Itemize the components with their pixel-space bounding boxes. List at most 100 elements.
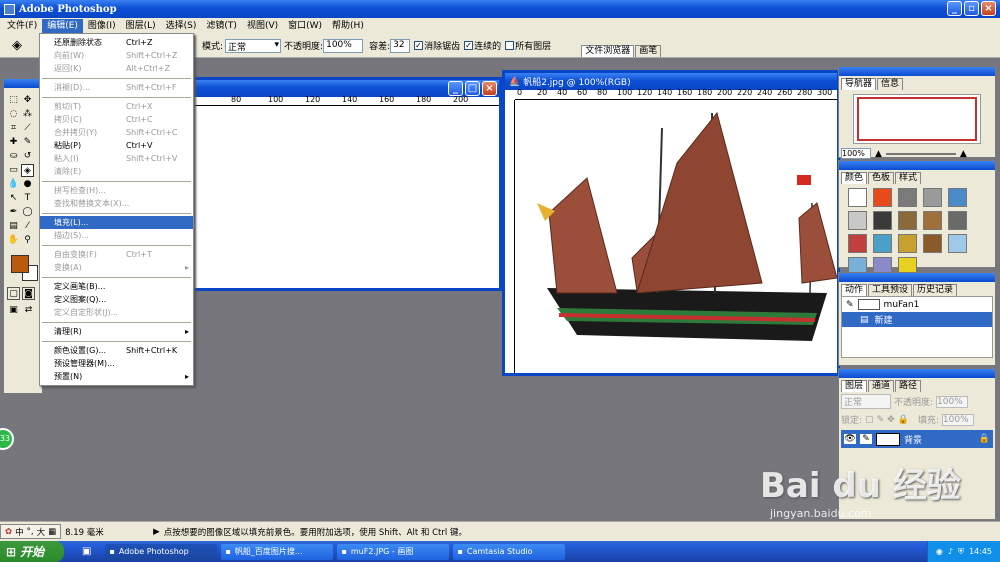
marquee-icon[interactable]: ⬚	[7, 94, 20, 107]
notes-icon[interactable]: ▤	[7, 220, 20, 233]
edit-menu-item[interactable]: 消褪(D)... Shift+Ctrl+F	[40, 81, 193, 94]
taskbar-item[interactable]: ▪ muF2.JPG - 画图	[337, 543, 450, 560]
navigator-thumbnail[interactable]	[853, 94, 981, 144]
edit-menu-item[interactable]: 还原删除状态 Ctrl+Z	[40, 36, 193, 49]
crop-icon[interactable]: ⌗	[7, 122, 20, 135]
edit-menu-item[interactable]: 自由变换(F) Ctrl+T	[40, 248, 193, 261]
panel-tab[interactable]: 样式	[895, 172, 922, 184]
style-swatch[interactable]	[948, 211, 967, 230]
eyedropper-icon[interactable]: ⁄	[21, 220, 34, 233]
edit-menu-item[interactable]: 清除(E)	[40, 165, 193, 178]
taskbar-item[interactable]: ▪ Adobe Photoshop	[105, 543, 218, 560]
fill-input[interactable]: 100%	[941, 413, 974, 426]
stamp-icon[interactable]: ⛀	[7, 150, 20, 163]
edit-menu-item[interactable]: 定义画笔(B)...	[40, 280, 193, 293]
zoom-in-icon[interactable]: ▲	[960, 149, 967, 159]
standard-mode-icon[interactable]: ▢	[7, 287, 20, 300]
tray-icon-security[interactable]: ⛨	[958, 547, 964, 557]
style-swatch[interactable]	[848, 234, 867, 253]
panel-tab[interactable]: 历史记录	[913, 284, 958, 296]
paint-bucket-icon[interactable]: ◈	[12, 38, 22, 53]
history-brush-icon[interactable]: ↺	[21, 150, 34, 163]
menu-0[interactable]: 文件(F)	[2, 19, 42, 33]
edit-menu-item[interactable]: 描边(S)...	[40, 229, 193, 242]
style-swatch[interactable]	[923, 188, 942, 207]
edit-menu-item[interactable]: 粘入(I) Shift+Ctrl+V	[40, 152, 193, 165]
history-snapshot[interactable]: ✎ muFan1	[842, 297, 992, 312]
menu-3[interactable]: 图层(L)	[121, 19, 161, 33]
menu-1[interactable]: 编辑(E)	[42, 19, 83, 33]
edit-menu-item[interactable]: 向前(W) Shift+Ctrl+Z	[40, 49, 193, 62]
style-swatch[interactable]	[948, 188, 967, 207]
style-swatch[interactable]	[848, 188, 867, 207]
edit-menu-item[interactable]: 颜色设置(G)... Shift+Ctrl+K	[40, 344, 193, 357]
paint-bucket-tool-icon[interactable]: ◈	[21, 164, 34, 177]
tab-brushes[interactable]: 画笔	[635, 45, 662, 57]
magic-wand-icon[interactable]: ⁂	[21, 108, 34, 121]
navigator-view-box[interactable]	[857, 97, 977, 141]
style-swatch[interactable]	[898, 234, 917, 253]
menu-8[interactable]: 帮助(H)	[327, 19, 369, 33]
zoom-icon[interactable]: ⚲	[21, 234, 34, 247]
foreground-color-swatch[interactable]	[11, 255, 29, 273]
edit-menu-item[interactable]: 变换(A) ▸	[40, 261, 193, 274]
tolerance-input[interactable]: 32	[390, 38, 411, 53]
pen-icon[interactable]: ✒	[7, 206, 20, 219]
edit-menu-item[interactable]: 剪切(T) Ctrl+X	[40, 100, 193, 113]
lasso-icon[interactable]: ◌	[7, 108, 20, 121]
panel-tab[interactable]: 路径	[895, 380, 922, 392]
hand-icon[interactable]: ✋	[7, 234, 20, 247]
edit-menu-item[interactable]: 预置(N) ▸	[40, 370, 193, 383]
layer-opacity-input[interactable]: 100%	[936, 395, 969, 408]
style-swatch[interactable]	[923, 211, 942, 230]
edit-menu-item[interactable]: 预设管理器(M)...	[40, 357, 193, 370]
doc-maximize-button[interactable]: □	[465, 81, 480, 96]
edit-menu-item[interactable]: 返回(K) Alt+Ctrl+Z	[40, 62, 193, 75]
zoom-out-icon[interactable]: ▲	[875, 149, 882, 159]
menu-6[interactable]: 视图(V)	[242, 19, 283, 33]
style-swatch[interactable]	[873, 234, 892, 253]
edit-menu-item[interactable]: 定义自定形状(J)...	[40, 306, 193, 319]
tab-file-browser[interactable]: 文件浏览器	[581, 45, 635, 57]
taskbar-item[interactable]: ▪ 帆船_百度图片搜...	[221, 543, 334, 560]
mode-select[interactable]: 正常 ▾	[225, 38, 282, 53]
edit-menu-item[interactable]: 填充(L)...	[40, 216, 193, 229]
status-arrow-icon[interactable]: ▶	[153, 527, 160, 537]
jump-to-imageready-icon[interactable]: ⇄	[22, 304, 35, 317]
healing-icon[interactable]: ✚	[7, 136, 20, 149]
eye-icon[interactable]: 👁	[844, 434, 856, 444]
shape-icon[interactable]: ◯	[21, 206, 34, 219]
type-icon[interactable]: T	[21, 192, 34, 205]
edit-menu-item[interactable]: 查找和替换文本(X)...	[40, 197, 193, 210]
screen-mode-icon[interactable]: ▣	[7, 304, 20, 317]
style-swatch[interactable]	[848, 211, 867, 230]
panel-tab[interactable]: 图层	[841, 380, 868, 392]
lock-all-icon[interactable]: 🔒	[898, 415, 909, 425]
taskbar-item[interactable]: ▪ Camtasia Studio	[453, 543, 566, 560]
dodge-icon[interactable]: ●	[21, 178, 34, 191]
contiguous-checkbox[interactable]: ✓	[464, 41, 474, 50]
ime-toolbar[interactable]: ✿ 中 °, 大 ▦	[0, 524, 62, 539]
lock-paint-icon[interactable]: ✎	[877, 415, 885, 425]
tray-icon-network[interactable]: ◉	[936, 547, 943, 556]
move-icon[interactable]: ✥	[21, 94, 34, 107]
menu-4[interactable]: 选择(S)	[161, 19, 202, 33]
slice-icon[interactable]: ⟋	[21, 122, 34, 135]
style-swatch[interactable]	[948, 234, 967, 253]
blur-icon[interactable]: 💧	[7, 178, 20, 191]
panel-tab[interactable]: 导航器	[841, 78, 877, 90]
lock-transparency-icon[interactable]: ▢	[865, 415, 874, 425]
lock-position-icon[interactable]: ✥	[887, 415, 895, 425]
blank-canvas[interactable]	[181, 106, 499, 286]
panel-tab[interactable]: 动作	[841, 284, 868, 296]
style-swatch[interactable]	[873, 188, 892, 207]
menu-7[interactable]: 窗口(W)	[283, 19, 327, 33]
quick-mask-icon[interactable]: ◙	[22, 287, 35, 300]
all-layers-checkbox[interactable]	[505, 41, 515, 50]
edit-menu-item[interactable]: 粘贴(P) Ctrl+V	[40, 139, 193, 152]
edit-menu-item[interactable]: 拷贝(C) Ctrl+C	[40, 113, 193, 126]
restore-button[interactable]: ▫	[964, 1, 979, 16]
menu-5[interactable]: 滤镜(T)	[201, 19, 242, 33]
blend-mode-select[interactable]: 正常	[841, 394, 891, 409]
start-button[interactable]: ⊞ 开始	[0, 541, 64, 562]
